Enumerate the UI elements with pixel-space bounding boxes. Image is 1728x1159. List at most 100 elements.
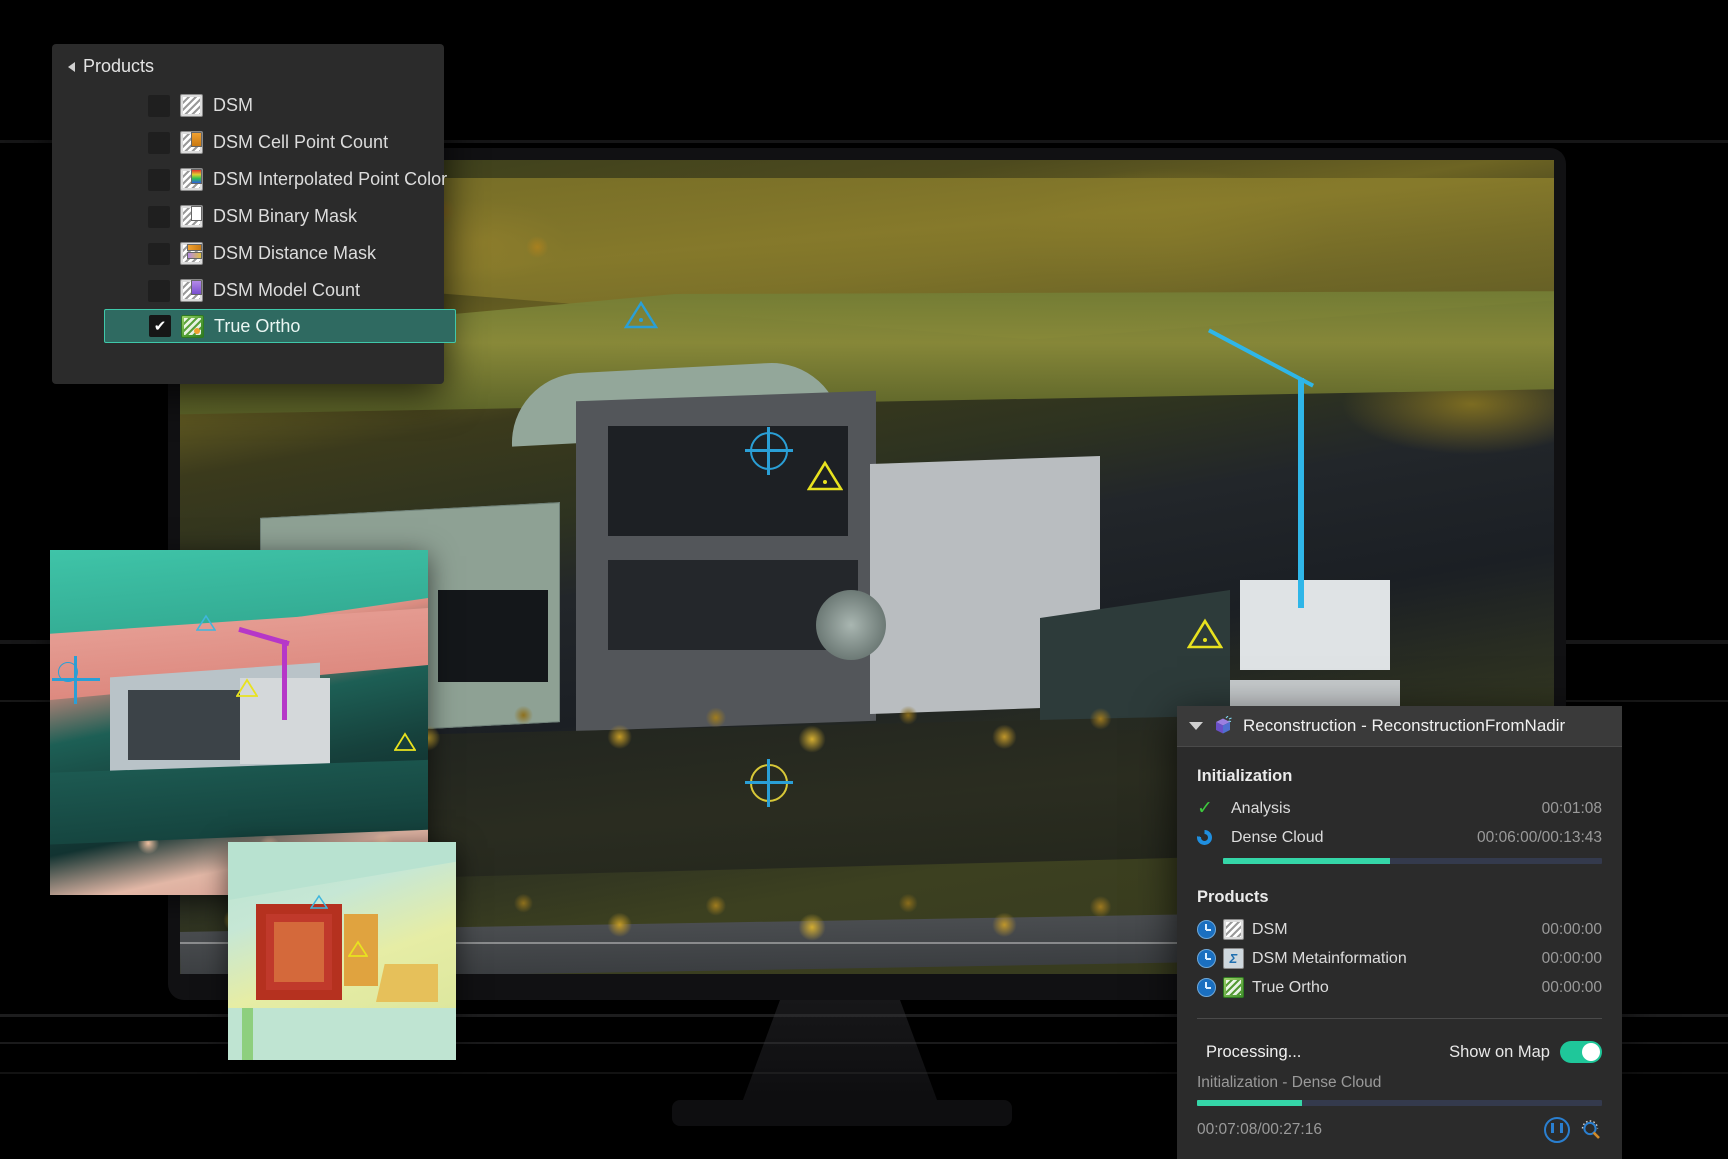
inset-building-core <box>274 922 324 982</box>
show-on-map-toggle[interactable] <box>1560 1041 1602 1063</box>
desktop-background: Products DSM DSM Cell Point Count DSM In… <box>0 0 1728 1159</box>
crosshair-marker <box>52 656 100 704</box>
inset-building-class-low <box>376 964 438 1002</box>
section-title-products: Products <box>1197 888 1269 906</box>
tree-item-label: DSM Interpolated Point Color <box>213 169 448 189</box>
crosshair-marker[interactable] <box>745 427 793 475</box>
clock-icon <box>1197 920 1223 939</box>
blue-triangle-marker[interactable] <box>624 300 658 330</box>
chevron-down-icon[interactable] <box>1189 722 1203 730</box>
reconstruction-panel: Reconstruction - ReconstructionFromNadir… <box>1177 706 1622 1159</box>
tree-item-true-ortho[interactable]: ✔ True Ortho <box>104 309 456 343</box>
yellow-triangle-marker <box>348 940 368 958</box>
pause-button[interactable] <box>1544 1117 1570 1143</box>
monitor-stand-base <box>672 1100 1012 1126</box>
tree-item-label: DSM Cell Point Count <box>213 132 389 152</box>
section-divider <box>1197 1018 1602 1019</box>
checkbox[interactable] <box>148 205 170 228</box>
collapse-caret-icon[interactable] <box>68 61 75 72</box>
measurement-line[interactable] <box>1298 378 1304 608</box>
task-row-dsm[interactable]: DSM 00:00:00 <box>1197 915 1602 944</box>
task-name: Dense Cloud <box>1231 828 1324 846</box>
checkbox[interactable] <box>148 242 170 265</box>
dsm-cell-point-count-icon <box>180 131 203 154</box>
products-tree-panel: Products DSM DSM Cell Point Count DSM In… <box>52 44 456 384</box>
inspect-magnifier-icon[interactable] <box>1580 1119 1602 1141</box>
task-time: 00:00:00 <box>1541 920 1602 938</box>
inset-river-lower <box>50 759 428 845</box>
tree-item-dsm-interpolated-point-color[interactable]: DSM Interpolated Point Color <box>52 161 448 198</box>
crosshair-marker[interactable] <box>745 759 793 807</box>
yellow-triangle-marker[interactable] <box>1187 618 1223 650</box>
dsm-interpolated-point-color-icon <box>180 168 203 191</box>
dsm-icon <box>1223 919 1244 940</box>
checkbox[interactable] <box>148 168 170 191</box>
spinner-icon <box>1197 830 1223 845</box>
task-name: DSM Metainformation <box>1252 949 1407 967</box>
true-ortho-icon <box>1223 977 1244 998</box>
dsm-distance-mask-icon <box>180 242 203 265</box>
task-name: True Ortho <box>1252 978 1329 996</box>
tree-item-dsm-cell-point-count[interactable]: DSM Cell Point Count <box>52 124 444 161</box>
tree-item-label: True Ortho <box>214 315 301 336</box>
reconstruction-title: Reconstruction - ReconstructionFromNadir <box>1243 716 1566 735</box>
task-time: 00:06:00/00:13:43 <box>1477 828 1602 846</box>
cooling-tank <box>816 590 886 660</box>
clock-icon <box>1197 949 1223 968</box>
current-step-label: Initialization - Dense Cloud <box>1197 1074 1382 1091</box>
checkbox[interactable] <box>148 94 170 117</box>
tree-item-dsm-binary-mask[interactable]: DSM Binary Mask <box>52 198 444 235</box>
dsm-binary-mask-icon <box>180 205 203 228</box>
overall-time: 00:07:08/00:27:16 <box>1197 1121 1322 1138</box>
reconstruction-body: Initialization ✓ Analysis 00:01:08 Dense… <box>1177 747 1622 1027</box>
yellow-triangle-marker <box>394 732 416 752</box>
check-icon: ✔ <box>153 317 167 335</box>
tree-item-label: DSM Distance Mask <box>213 243 377 263</box>
reconstruction-panel-header[interactable]: Reconstruction - ReconstructionFromNadir <box>1177 706 1622 747</box>
task-row-dsm-metainformation[interactable]: Σ DSM Metainformation 00:00:00 <box>1197 944 1602 973</box>
blue-triangle-marker <box>196 614 216 632</box>
tree-item-dsm-model-count[interactable]: DSM Model Count <box>52 272 444 309</box>
tree-item-label: DSM Model Count <box>213 280 361 300</box>
checkbox[interactable] <box>148 279 170 302</box>
yellow-triangle-marker[interactable] <box>807 460 843 492</box>
task-row-true-ortho[interactable]: True Ortho 00:00:00 <box>1197 973 1602 1002</box>
inset-vegetation-strip <box>242 1008 253 1060</box>
section-title-initialization: Initialization <box>1197 767 1293 785</box>
progress-fill <box>1223 858 1390 864</box>
tree-item-label: DSM Binary Mask <box>213 206 358 226</box>
progress-fill <box>1197 1100 1303 1106</box>
blue-triangle-marker <box>310 894 328 910</box>
task-time: 00:00:00 <box>1541 949 1602 967</box>
check-icon: ✓ <box>1197 798 1213 819</box>
checkbox[interactable] <box>148 131 170 154</box>
inset-water-class <box>228 842 456 901</box>
task-row-analysis[interactable]: ✓ Analysis 00:01:08 <box>1197 794 1602 823</box>
overall-progress-bar <box>1197 1100 1602 1106</box>
products-root-label: Products <box>83 56 155 76</box>
task-time: 00:00:00 <box>1541 978 1602 996</box>
dsm-metainformation-icon: Σ <box>1223 948 1244 969</box>
dsm-classification-inset[interactable] <box>228 842 456 1060</box>
dense-cloud-progress-bar <box>1223 858 1602 864</box>
checkbox-checked[interactable]: ✔ <box>149 315 171 337</box>
task-name: Analysis <box>1231 799 1291 817</box>
monitor-stand-neck <box>740 1000 940 1108</box>
yellow-triangle-marker <box>236 678 258 698</box>
task-row-dense-cloud[interactable]: Dense Cloud 00:06:00/00:13:43 <box>1197 823 1602 852</box>
building-small-north <box>1240 580 1390 670</box>
tree-item-label: DSM <box>213 95 253 115</box>
inset-ground-class <box>228 1008 456 1060</box>
dsm-model-count-icon <box>180 279 203 302</box>
inset-building-roof <box>128 690 248 760</box>
processing-status-label: Processing... <box>1206 1042 1302 1061</box>
building-courtyard <box>438 590 548 682</box>
clock-icon <box>1197 978 1223 997</box>
tree-item-dsm[interactable]: DSM <box>52 87 444 124</box>
products-tree-root[interactable]: Products <box>52 44 444 87</box>
tree-item-dsm-distance-mask[interactable]: DSM Distance Mask <box>52 235 444 272</box>
dsm-icon <box>180 94 203 117</box>
true-ortho-icon <box>181 314 204 338</box>
show-on-map-label: Show on Map <box>1449 1042 1550 1061</box>
reconstruction-footer: Processing... Show on Map Initialization… <box>1177 1027 1622 1159</box>
